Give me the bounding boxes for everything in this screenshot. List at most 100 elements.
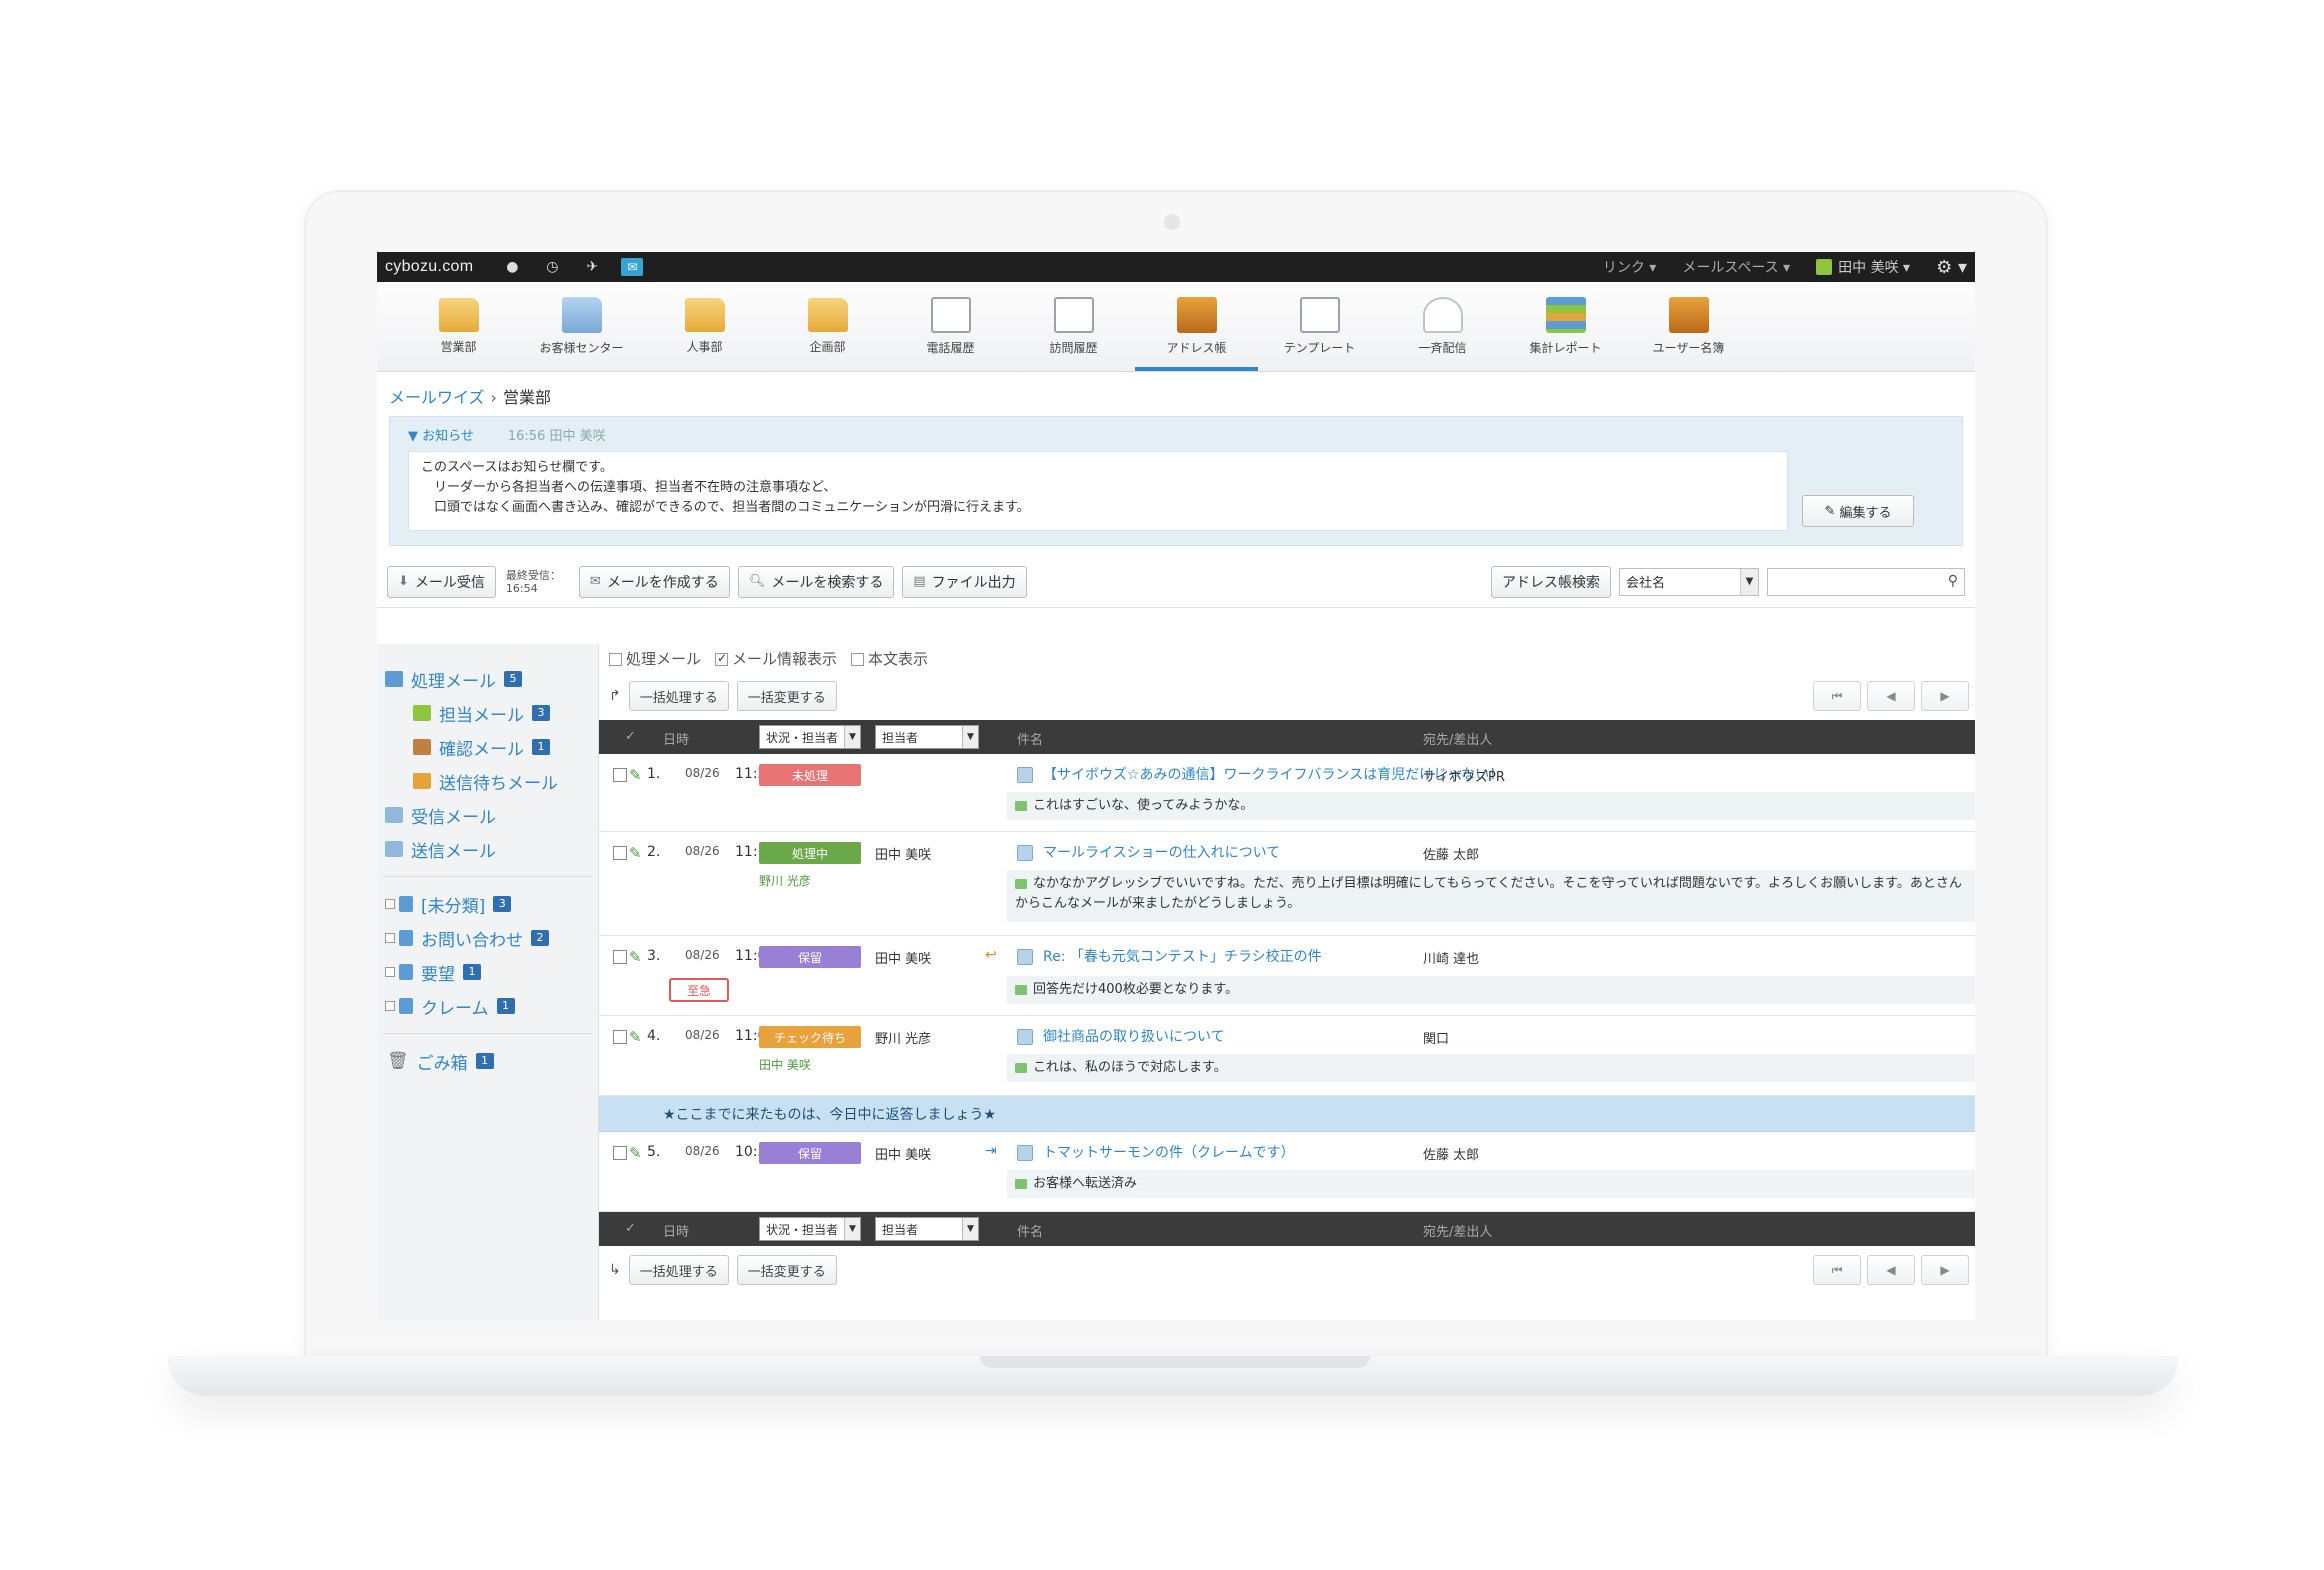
- row-checkbox[interactable]: [613, 1146, 627, 1160]
- category-item[interactable]: お問い合わせ 2: [377, 921, 598, 955]
- mail-space-menu[interactable]: メールスペース ▾: [1682, 257, 1790, 277]
- row-checkbox[interactable]: [613, 950, 627, 964]
- row-checkbox[interactable]: [613, 768, 627, 782]
- edit-icon[interactable]: ✎: [629, 948, 642, 966]
- home-icon[interactable]: ●: [501, 258, 523, 276]
- address-search-button[interactable]: アドレス帳検索: [1491, 565, 1611, 598]
- app-launcher-1[interactable]: お客様センター: [520, 282, 643, 371]
- header-from[interactable]: 宛先/差出人: [1423, 1221, 1492, 1240]
- edit-icon[interactable]: ✎: [629, 844, 642, 862]
- status-badge[interactable]: 未処理: [759, 764, 861, 786]
- bulk-process-button[interactable]: 一括処理する: [628, 681, 729, 711]
- folder-item[interactable]: 受信メール: [377, 798, 598, 832]
- export-button[interactable]: ▤ ファイル出力: [902, 565, 1027, 598]
- header-check[interactable]: ✓: [625, 1221, 636, 1236]
- expand-icon[interactable]: [385, 933, 395, 943]
- select-all-icon[interactable]: ↳: [609, 1262, 621, 1278]
- subject-wrap[interactable]: Re: 「春も元気コンテスト」チラシ校正の件: [1017, 946, 1322, 966]
- app-launcher-3[interactable]: 企画部: [766, 282, 889, 371]
- row-checkbox[interactable]: [613, 1030, 627, 1044]
- next-page-button[interactable]: ▶: [1921, 1255, 1969, 1285]
- clock-icon[interactable]: ◷: [541, 258, 563, 276]
- header-subject[interactable]: 件名: [1017, 1221, 1043, 1240]
- folder-item[interactable]: 担当メール 3: [377, 696, 598, 730]
- select-all-icon[interactable]: ↱: [609, 688, 621, 704]
- bulk-change-button[interactable]: 一括変更する: [736, 1255, 837, 1285]
- category-item[interactable]: [未分類] 3: [377, 887, 598, 921]
- header-check[interactable]: ✓: [625, 729, 636, 744]
- expand-icon[interactable]: [385, 967, 395, 977]
- subject-wrap[interactable]: 御社商品の取り扱いについて: [1017, 1026, 1225, 1046]
- bulk-change-button[interactable]: 一括変更する: [736, 681, 837, 711]
- app-launcher-9[interactable]: 集計レポート: [1504, 282, 1627, 371]
- search-mail-button[interactable]: 🔍︎ メールを検索する: [737, 565, 895, 598]
- status-badge[interactable]: チェック待ち: [759, 1026, 861, 1048]
- subject-wrap[interactable]: トマットサーモンの件（クレームです）: [1017, 1142, 1295, 1162]
- mail-icon[interactable]: ✉: [621, 258, 644, 276]
- edit-icon[interactable]: ✎: [629, 766, 642, 784]
- notice-toggle[interactable]: ▼ お知らせ: [408, 425, 474, 444]
- app-launcher-2[interactable]: 人事部: [643, 282, 766, 371]
- row-subject[interactable]: Re: 「春も元気コンテスト」チラシ校正の件: [1043, 949, 1322, 965]
- header-date[interactable]: 日時: [663, 1221, 689, 1240]
- user-menu[interactable]: 田中 美咲 ▾: [1816, 257, 1910, 277]
- breadcrumb-root[interactable]: メールワイズ: [389, 388, 485, 407]
- edit-icon[interactable]: ✎: [629, 1144, 642, 1162]
- folder-item[interactable]: 処理メール 5: [377, 662, 598, 696]
- table-row[interactable]: ✎ 4. 08/26 11:02 チェック待ち 田中 美咲 野川 光彦 御社商品の取り扱いにつ…: [599, 1016, 1975, 1096]
- first-page-button[interactable]: ⏮: [1813, 681, 1861, 711]
- next-page-button[interactable]: ▶: [1921, 681, 1969, 711]
- company-select[interactable]: 会社名 ▼: [1619, 567, 1759, 596]
- row-checkbox[interactable]: [613, 846, 627, 860]
- option-details[interactable]: メール情報表示: [715, 648, 837, 669]
- app-launcher-4[interactable]: 電話履歴: [889, 282, 1012, 371]
- prev-page-button[interactable]: ◀: [1867, 681, 1915, 711]
- app-launcher-6[interactable]: アドレス帳: [1135, 282, 1258, 371]
- bird-icon[interactable]: ✈: [581, 258, 603, 276]
- table-row[interactable]: ✎ 2. 08/26 11:18 処理中 野川 光彦 田中 美咲 マールライスショーの仕入れに…: [599, 832, 1975, 936]
- status-badge[interactable]: 処理中: [759, 842, 861, 864]
- first-page-button[interactable]: ⏮: [1813, 1255, 1861, 1285]
- checkbox[interactable]: [851, 652, 865, 666]
- edit-icon[interactable]: ✎: [629, 1028, 642, 1046]
- row-subject[interactable]: マールライスショーの仕入れについて: [1043, 845, 1280, 861]
- option-body[interactable]: 本文表示: [851, 648, 928, 669]
- bulk-process-button[interactable]: 一括処理する: [628, 1255, 729, 1285]
- cybozu-logo[interactable]: cybozu.com: [385, 258, 473, 276]
- category-item[interactable]: クレーム 1: [377, 989, 598, 1023]
- table-row[interactable]: ✎ 5. 08/26 10:55 保留 田中 美咲 ⇥ トマットサーモンの件（クレームです）佐…: [599, 1132, 1975, 1212]
- checkbox[interactable]: [609, 652, 622, 666]
- option-processed[interactable]: 処理メール: [609, 648, 701, 669]
- row-subject[interactable]: 御社商品の取り扱いについて: [1043, 1029, 1225, 1045]
- receive-mail-button[interactable]: ⬇ メール受信: [387, 565, 496, 598]
- status-filter-select[interactable]: 状況・担当者 ▼: [759, 725, 861, 749]
- folder-item[interactable]: 確認メール 1: [377, 730, 598, 764]
- status-badge[interactable]: 保留: [759, 1142, 861, 1164]
- row-subject[interactable]: トマットサーモンの件（クレームです）: [1043, 1145, 1295, 1161]
- app-launcher-5[interactable]: 訪問履歴: [1012, 282, 1135, 371]
- assignee-filter-select[interactable]: 担当者 ▼: [875, 725, 979, 749]
- gear-icon[interactable]: ⚙ ▾: [1936, 257, 1967, 278]
- table-row[interactable]: ✎ 3. 08/26 11:08 保留 至急 田中 美咲 ↩ Re: 「春も元気コンテスト」チラ…: [599, 936, 1975, 1016]
- status-filter-select[interactable]: 状況・担当者 ▼: [759, 1217, 861, 1241]
- status-badge[interactable]: 保留: [759, 946, 861, 968]
- subject-wrap[interactable]: マールライスショーの仕入れについて: [1017, 842, 1280, 862]
- app-launcher-10[interactable]: ユーザー名簿: [1627, 282, 1750, 371]
- checkbox[interactable]: [715, 651, 729, 666]
- assignee-filter-select[interactable]: 担当者 ▼: [875, 1217, 979, 1241]
- header-from[interactable]: 宛先/差出人: [1423, 729, 1492, 748]
- folder-item[interactable]: 送信メール: [377, 832, 598, 866]
- search-icon[interactable]: ⚲: [1948, 573, 1958, 589]
- compose-mail-button[interactable]: ✉ メールを作成する: [578, 565, 730, 598]
- address-search-input[interactable]: ⚲: [1767, 567, 1965, 596]
- link-menu[interactable]: リンク ▾: [1603, 257, 1656, 277]
- app-launcher-0[interactable]: 営業部: [397, 282, 520, 371]
- expand-icon[interactable]: [385, 1001, 395, 1011]
- table-row[interactable]: ✎ 1. 08/26 11:26 未処理 【サイボウズ☆あみの通信】ワークライフバランスは…: [599, 754, 1975, 832]
- expand-icon[interactable]: [385, 899, 395, 909]
- notice-edit-button[interactable]: ✎ 編集する: [1802, 495, 1914, 527]
- trash-folder[interactable]: 🗑︎ ごみ箱 1: [377, 1044, 598, 1078]
- prev-page-button[interactable]: ◀: [1867, 1255, 1915, 1285]
- app-launcher-7[interactable]: テンプレート: [1258, 282, 1381, 371]
- folder-item[interactable]: 送信待ちメール: [377, 764, 598, 798]
